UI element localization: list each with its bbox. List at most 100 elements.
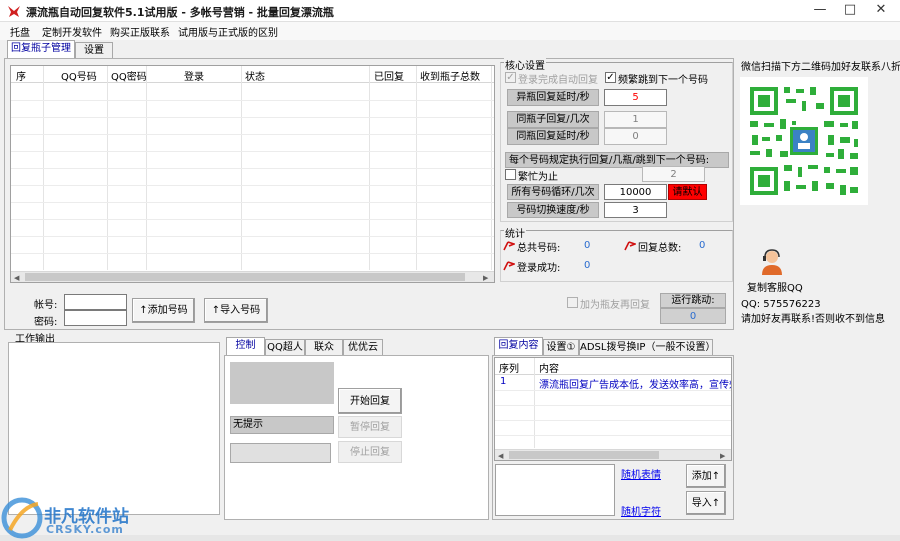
reply-row[interactable]: 1 漂流瓶回复广告成本低，发送效率高，宣传效: [495, 375, 731, 391]
col-replied: 已回复: [374, 72, 404, 83]
maximize-button[interactable]: □: [835, 0, 865, 22]
run-jump-value: 0: [660, 308, 726, 324]
pause-reply-button[interactable]: 暂停回复: [338, 416, 402, 438]
customer-service-icon[interactable]: [759, 248, 785, 276]
horizontal-scrollbar[interactable]: ◀ ▶: [11, 271, 494, 282]
captcha-image: [230, 362, 334, 404]
col-index: 序: [16, 72, 26, 83]
col-status: 状态: [245, 72, 265, 83]
all-loop-input[interactable]: 10000: [604, 184, 667, 200]
grid-row-line: [11, 253, 494, 254]
grid-row-line: [11, 185, 494, 186]
grid-row-line: [11, 117, 494, 118]
no-prompt-status: 无提示: [230, 416, 334, 434]
close-button[interactable]: ✕: [866, 0, 896, 22]
busy-jump-next-checkbox[interactable]: ✓: [605, 72, 616, 83]
menu-bar: 托盘 定制开发软件 购买正版联系 试用版与正式版的区别: [0, 22, 900, 40]
account-grid[interactable]: 序 QQ号码 QQ密码 登录 状态 已回复 收到瓶子总数 ◀ ▶: [10, 65, 495, 283]
abnormal-delay-input[interactable]: 5: [604, 89, 667, 106]
add-friend-reply-checkbox[interactable]: [567, 297, 578, 308]
same-bottle-delay-input[interactable]: 0: [604, 128, 667, 145]
scroll-right-icon[interactable]: ▶: [720, 452, 725, 460]
copy-service-qq-label[interactable]: 复制客服QQ: [747, 279, 803, 294]
grid-row-line: [495, 435, 731, 436]
reply-total-value: 0: [699, 240, 706, 251]
total-accounts-icon: [503, 241, 515, 251]
total-accounts-value: 0: [584, 240, 591, 251]
busy-stop-checkbox[interactable]: [505, 169, 516, 180]
grid-row-line: [11, 168, 494, 169]
scroll-thumb[interactable]: [25, 273, 465, 281]
tab-reply-content[interactable]: 回复内容: [494, 337, 543, 356]
scroll-thumb[interactable]: [509, 451, 659, 459]
scroll-right-icon[interactable]: ▶: [483, 274, 488, 282]
random-emoji-link[interactable]: 随机表情: [621, 466, 661, 481]
tab-adsl-ip[interactable]: ADSL拨号换IP（一般不设置）: [579, 339, 715, 356]
password-label: 密码:: [34, 317, 58, 328]
account-input[interactable]: [64, 294, 127, 310]
import-accounts-button[interactable]: ↑导入号码: [204, 298, 268, 323]
add-friend-note: 请加好友再联系!否则收不到信息: [741, 314, 886, 325]
switch-speed-input[interactable]: 3: [604, 202, 667, 218]
watermark-url: CRSKY.com: [46, 523, 124, 536]
reply-row-content: 漂流瓶回复广告成本低，发送效率高，宣传效: [539, 380, 731, 391]
add-friend-reply-label: 加为瓶友再回复: [580, 300, 650, 311]
menu-custom-dev[interactable]: 定制开发软件: [42, 24, 102, 39]
busy-stop-input[interactable]: 2: [642, 166, 705, 182]
password-input[interactable]: [64, 310, 127, 326]
add-reply-button[interactable]: 添加↑: [686, 464, 726, 488]
default-button[interactable]: 请默认: [668, 184, 707, 200]
tab-settings[interactable]: 设置: [75, 42, 113, 59]
status-strip: [0, 535, 900, 541]
grid-header: 序 QQ号码 QQ密码 登录 状态 已回复 收到瓶子总数: [11, 66, 494, 83]
captcha-input[interactable]: [230, 443, 331, 463]
tab-lianzhong[interactable]: 联众: [305, 339, 343, 356]
col-login: 登录: [184, 72, 204, 83]
same-bottle-delay-label: 同瓶回复延时/秒: [507, 128, 599, 145]
switch-speed-label: 号码切换速度/秒: [507, 202, 599, 218]
title-bar: 漂流瓶自动回复软件5.1试用版 - 多帐号营销 - 批量回复漂流瓶 — □ ✕: [0, 0, 900, 22]
minimize-button[interactable]: —: [805, 0, 835, 22]
reply-col-index: 序列: [499, 364, 519, 375]
grid-row-line: [11, 236, 494, 237]
reply-grid[interactable]: 序列 内容 1 漂流瓶回复广告成本低，发送效率高，宣传效 ◀ ▶: [494, 357, 732, 461]
reply-horizontal-scrollbar[interactable]: ◀ ▶: [495, 449, 731, 460]
scroll-left-icon[interactable]: ◀: [498, 452, 503, 460]
login-success-label: 登录成功:: [517, 263, 561, 274]
menu-buy[interactable]: 购买正版联系: [110, 24, 170, 39]
run-jump-label: 运行跳动:: [660, 293, 726, 308]
col-qq: QQ号码: [61, 72, 97, 83]
stop-reply-button[interactable]: 停止回复: [338, 441, 402, 463]
stats-group: [500, 230, 733, 282]
work-output-area[interactable]: [8, 342, 220, 515]
tab-youyouyun[interactable]: 优优云: [343, 339, 383, 356]
menu-trial-diff[interactable]: 试用版与正式版的区别: [178, 24, 278, 39]
qq-number-text: QQ: 575576223: [741, 299, 821, 310]
add-account-button[interactable]: ↑添加号码: [132, 298, 195, 323]
wechat-qr-code: [740, 77, 868, 205]
reply-col-content: 内容: [539, 364, 559, 375]
tab-reply-settings[interactable]: 设置①: [543, 339, 579, 356]
account-label: 帐号:: [34, 300, 58, 311]
window-title: 漂流瓶自动回复软件5.1试用版 - 多帐号营销 - 批量回复漂流瓶: [26, 6, 334, 19]
app-logo-icon: [8, 6, 20, 17]
grid-row-line: [11, 219, 494, 220]
tab-control[interactable]: 控制: [226, 337, 265, 356]
grid-row-line: [495, 405, 731, 406]
import-reply-button[interactable]: 导入↑: [686, 491, 726, 515]
reply-text-input[interactable]: [495, 464, 615, 516]
tab-qq-superman[interactable]: QQ超人: [265, 339, 305, 356]
scroll-left-icon[interactable]: ◀: [14, 274, 19, 282]
col-bottles-total: 收到瓶子总数: [420, 72, 480, 83]
auto-reply-after-login-checkbox[interactable]: ✓: [505, 72, 516, 83]
random-char-link[interactable]: 随机字符: [621, 503, 661, 518]
stats-title: 统计: [504, 225, 526, 240]
start-reply-button[interactable]: 开始回复: [338, 388, 402, 414]
abnormal-delay-label: 异瓶回复延时/秒: [507, 89, 599, 106]
total-accounts-label: 总共号码:: [517, 243, 561, 254]
tab-bottle-manage[interactable]: 回复瓶子管理: [7, 40, 75, 59]
menu-tray[interactable]: 托盘: [10, 24, 30, 39]
grid-row-line: [495, 420, 731, 421]
core-settings-title: 核心设置: [504, 57, 546, 72]
same-bottle-reply-input[interactable]: 1: [604, 111, 667, 128]
